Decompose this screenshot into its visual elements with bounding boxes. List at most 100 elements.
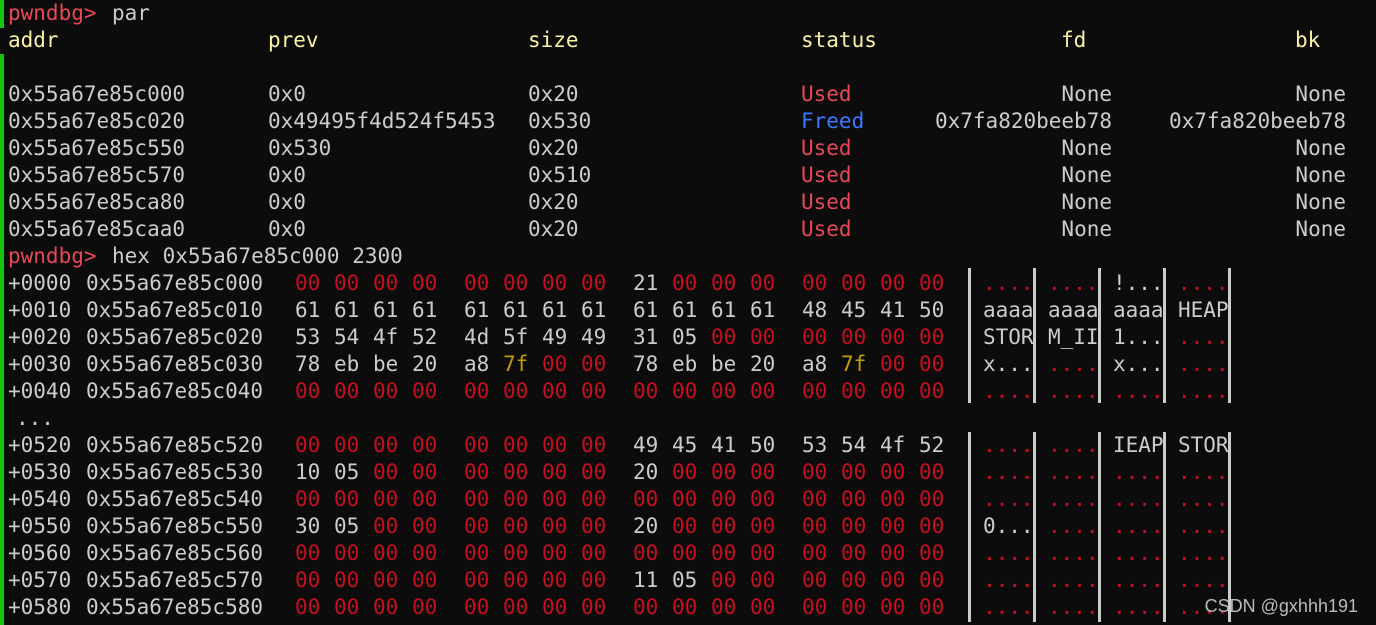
hex-byte: 4f (880, 433, 906, 457)
hex-byte: 53 (802, 433, 828, 457)
hex-byte: 00 (334, 433, 360, 457)
hex-byte: 00 (672, 487, 698, 511)
hex-byte: 00 (464, 460, 490, 484)
hex-byte: a8 (464, 352, 490, 376)
hex-byte: 11 (633, 568, 659, 592)
hex-byte: eb (672, 352, 698, 376)
hex-address: 0x55a67e85c520 (86, 433, 264, 457)
hex-byte: 00 (880, 487, 906, 511)
hex-ascii-group: .... (983, 433, 1034, 457)
hex-byte: 00 (919, 595, 945, 619)
hex-byte: 4f (373, 325, 399, 349)
hex-byte: 00 (880, 271, 906, 295)
hex-byte: 00 (841, 541, 867, 565)
hex-byte: 00 (919, 379, 945, 403)
hex-byte: 00 (802, 595, 828, 619)
hex-ascii-group: .... (1178, 325, 1229, 349)
hex-byte: 00 (503, 271, 529, 295)
prompt: pwndbg> (8, 244, 97, 268)
hex-ascii-group: .... (1113, 487, 1164, 511)
hex-byte: 00 (919, 271, 945, 295)
hex-byte: 00 (880, 460, 906, 484)
hex-byte: 00 (750, 568, 776, 592)
hex-byte: 61 (373, 298, 399, 322)
hex-ascii-group: .... (1178, 271, 1229, 295)
hex-byte: 00 (295, 433, 321, 457)
hex-ascii-group: aaaa (983, 298, 1034, 322)
hex-ascii-group: .... (1048, 514, 1099, 538)
hex-ascii-group: .... (1178, 487, 1229, 511)
hex-byte: 05 (334, 514, 360, 538)
hex-byte: 00 (412, 514, 438, 538)
hex-byte: 00 (802, 325, 828, 349)
hex-byte: 21 (633, 271, 659, 295)
hex-ascii-group: .... (983, 379, 1034, 403)
hex-byte: eb (334, 352, 360, 376)
hex-offset: +0580 (8, 595, 72, 619)
hex-byte: 00 (880, 541, 906, 565)
hex-ascii-group: .... (983, 460, 1034, 484)
hex-address: 0x55a67e85c010 (86, 298, 264, 322)
hex-byte: 00 (750, 595, 776, 619)
hex-byte: 00 (542, 541, 568, 565)
hex-byte: 00 (503, 541, 529, 565)
hex-byte: 00 (581, 541, 607, 565)
hex-ascii-group: .... (1048, 487, 1099, 511)
hex-byte: be (373, 352, 399, 376)
hex-byte: 00 (542, 379, 568, 403)
hex-byte: 00 (334, 568, 360, 592)
hex-ascii-group: .... (1178, 514, 1229, 538)
hex-byte: 00 (412, 568, 438, 592)
hex-ascii-group: M_II (1048, 325, 1099, 349)
hex-offset: +0560 (8, 541, 72, 565)
hex-address: 0x55a67e85c580 (86, 595, 264, 619)
hex-byte: 00 (841, 514, 867, 538)
command-text: hex 0x55a67e85c000 2300 (112, 244, 403, 268)
hex-ascii-group: .... (1048, 541, 1099, 565)
chunk-bk: None (1295, 190, 1346, 214)
hex-ascii-group: .... (1048, 379, 1099, 403)
hex-byte: 78 (295, 352, 321, 376)
hex-byte: 00 (373, 271, 399, 295)
hex-ascii-group: STOR (1178, 433, 1229, 457)
hex-byte: 00 (711, 325, 737, 349)
hex-offset: +0540 (8, 487, 72, 511)
hex-ascii-group: aaaa (1113, 298, 1164, 322)
hex-byte: 00 (542, 433, 568, 457)
hex-byte: be (711, 352, 737, 376)
command-text: par (112, 1, 150, 25)
hex-byte: 00 (633, 487, 659, 511)
hex-byte: 7f (503, 352, 529, 376)
hex-byte: 50 (750, 433, 776, 457)
hex-byte: 00 (503, 433, 529, 457)
ascii-separator (1163, 432, 1166, 622)
hex-byte: 00 (581, 487, 607, 511)
ascii-separator (1098, 432, 1101, 622)
hex-byte: 00 (841, 460, 867, 484)
hex-byte: 05 (334, 460, 360, 484)
hex-offset: +0030 (8, 352, 72, 376)
hex-byte: 00 (672, 460, 698, 484)
hex-ascii-group: .... (1178, 568, 1229, 592)
hex-address: 0x55a67e85c030 (86, 352, 264, 376)
hex-byte: 00 (581, 595, 607, 619)
hex-byte: 00 (464, 271, 490, 295)
hex-ascii-group: .... (1048, 433, 1099, 457)
hex-byte: 00 (581, 352, 607, 376)
chunk-bk: None (1295, 82, 1346, 106)
hex-ascii-group: .... (1048, 352, 1099, 376)
hex-byte: 54 (334, 325, 360, 349)
hex-byte: 00 (464, 379, 490, 403)
chunk-bk: None (1295, 136, 1346, 160)
hex-byte: 00 (334, 595, 360, 619)
hex-byte: 00 (581, 379, 607, 403)
hex-byte: 00 (503, 379, 529, 403)
hex-ascii-group: .... (1113, 568, 1164, 592)
ascii-separator (1228, 432, 1231, 622)
terminal-window[interactable]: pwndbg> par addr prev size status fd bk … (0, 0, 1376, 625)
hex-byte: 00 (802, 568, 828, 592)
hex-ascii-group: STOR (983, 325, 1034, 349)
hex-address: 0x55a67e85c000 (86, 271, 264, 295)
hex-byte: 00 (503, 595, 529, 619)
hex-byte: 00 (841, 325, 867, 349)
